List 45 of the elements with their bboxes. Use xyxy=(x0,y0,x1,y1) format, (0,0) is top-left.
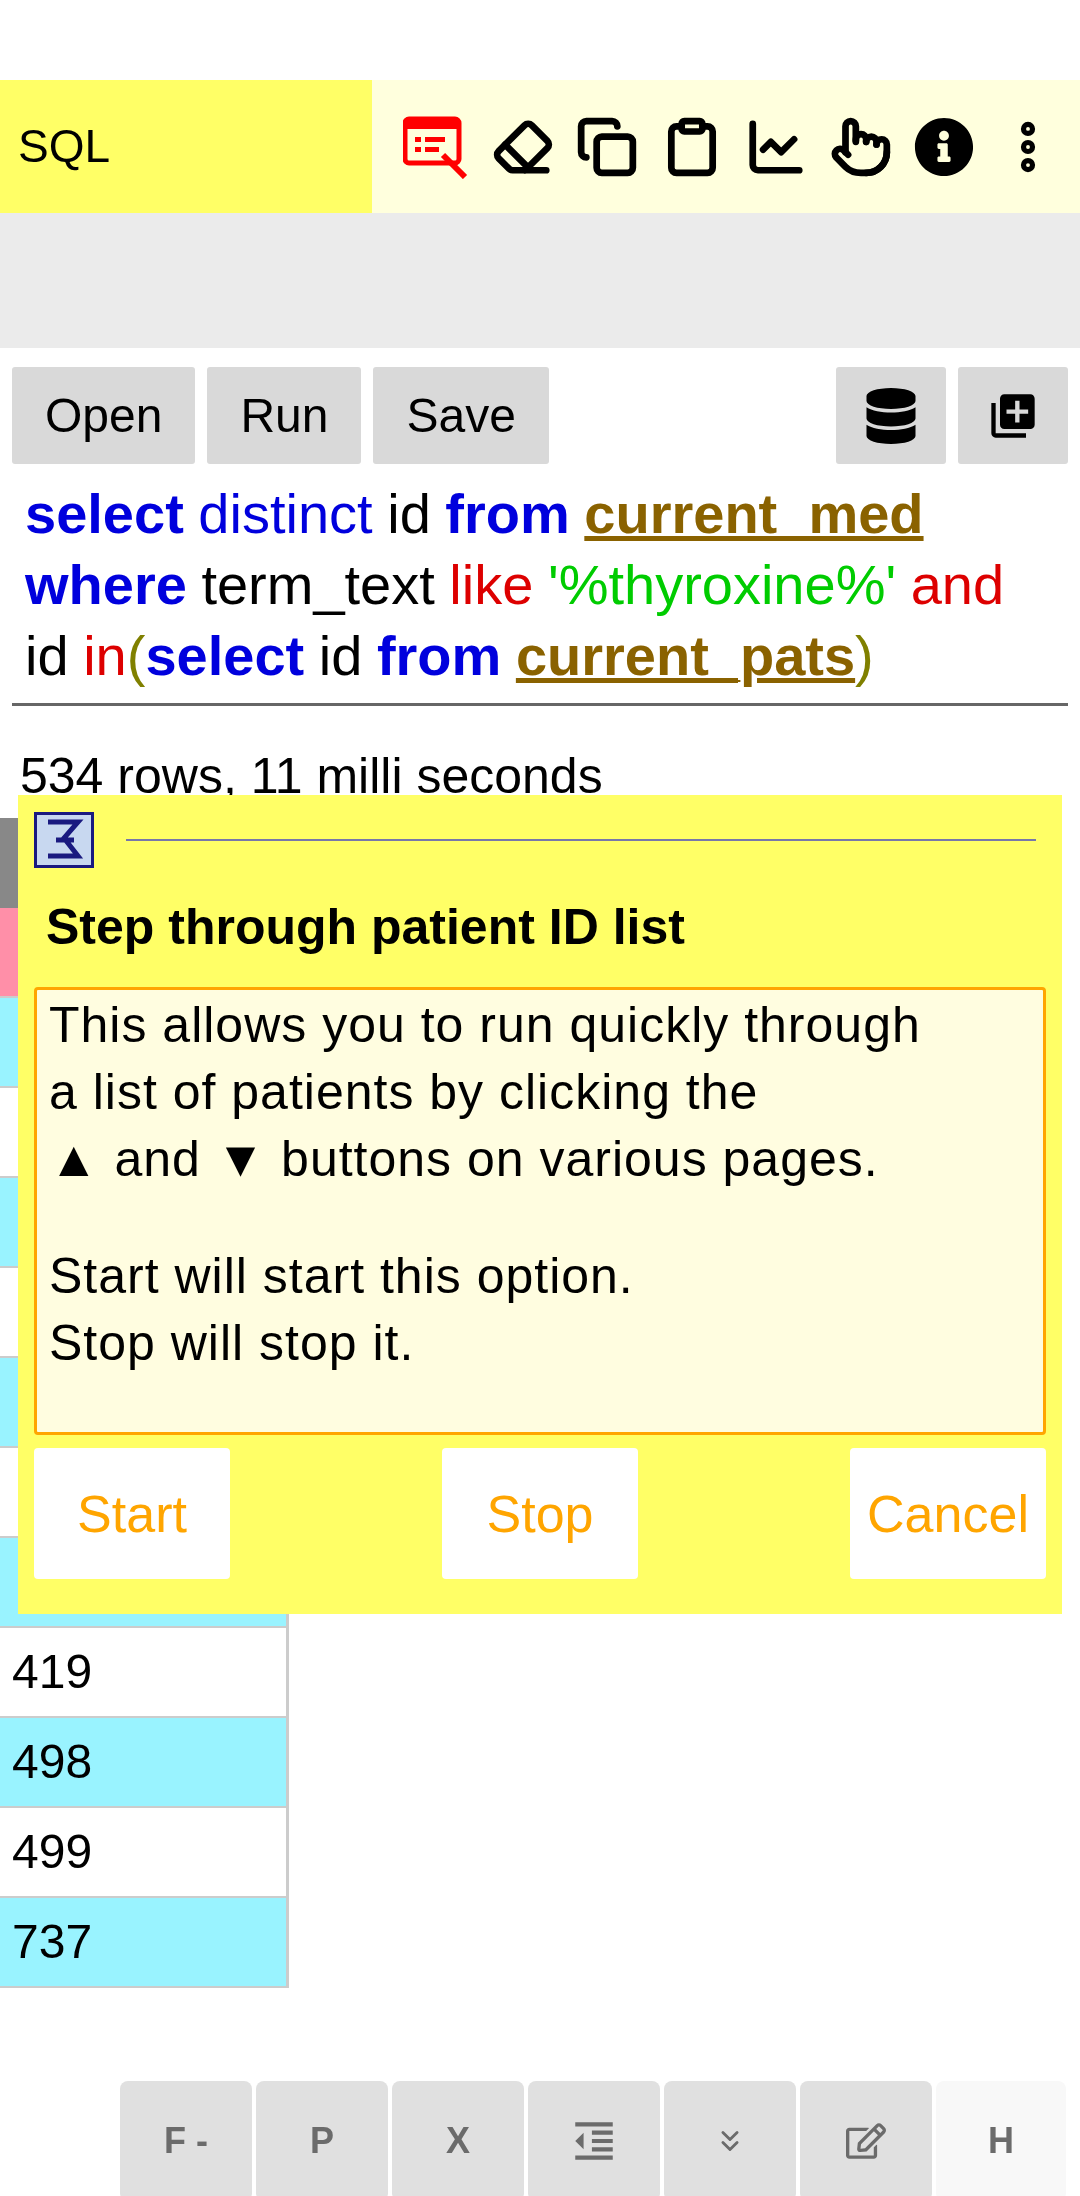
sql-token: id xyxy=(318,623,363,689)
edit-icon xyxy=(846,2121,886,2161)
sql-token: and xyxy=(910,552,1005,618)
dialog-title: Step through patient ID list xyxy=(46,899,685,955)
pointer-hand-icon[interactable] xyxy=(829,115,892,178)
toolbar-title: SQL xyxy=(18,119,111,174)
result-summary: 534 rows, 11 milli seconds xyxy=(20,748,603,804)
dialog-message: This allows you to run quickly through a list of patients by clicking the ▲ and ▼ buttons on various pages. xyxy=(49,996,922,1189)
sql-token: select xyxy=(145,623,305,689)
sql-token: distinct xyxy=(198,481,373,547)
sql-token: id xyxy=(387,481,431,547)
sql-token: like xyxy=(449,552,534,618)
table-cell-text: 498 xyxy=(12,1734,93,1790)
table-cell-text: 737 xyxy=(12,1914,93,1970)
table-row[interactable]: 498 xyxy=(0,1718,286,1808)
dialog-message: Start will start this option. Stop will stop it. xyxy=(49,1247,635,1373)
query-button[interactable]: Save xyxy=(373,367,549,464)
bottom-bar-button[interactable]: P xyxy=(256,2081,388,2196)
copy-icon[interactable] xyxy=(576,115,639,178)
query-button[interactable]: Open xyxy=(12,367,196,464)
sql-token: current_med xyxy=(584,481,924,547)
database-button[interactable] xyxy=(836,367,946,464)
sql-token: from xyxy=(376,623,502,689)
bottom-bar-button[interactable] xyxy=(528,2081,660,2196)
query-button[interactable]: Run xyxy=(207,367,362,464)
app-logo-icon xyxy=(34,812,94,868)
sql-token: '%thyroxine%' xyxy=(547,552,897,618)
add-button[interactable] xyxy=(958,367,1068,464)
sql-token: ( xyxy=(126,623,146,689)
sql-token: id xyxy=(25,623,69,689)
sql-token: where xyxy=(25,552,187,618)
sql-token: current_pats xyxy=(515,623,856,689)
table-cell-text: 499 xyxy=(12,1824,93,1880)
bottom-bar-button[interactable] xyxy=(800,2081,932,2196)
sql-token: select xyxy=(25,481,184,547)
sql-token: ) xyxy=(855,623,874,689)
bottom-bar-button[interactable]: X xyxy=(392,2081,524,2196)
sql-token: term_text xyxy=(201,552,435,618)
sql-token: from xyxy=(445,481,570,547)
sql-token: in xyxy=(83,623,127,689)
info-icon[interactable] xyxy=(914,116,975,177)
table-cell-text: 419 xyxy=(12,1644,93,1700)
bottom-bar-button[interactable]: F - xyxy=(120,2081,252,2196)
table-row[interactable]: 737 xyxy=(0,1898,286,1988)
table-edit-icon[interactable] xyxy=(403,114,470,179)
